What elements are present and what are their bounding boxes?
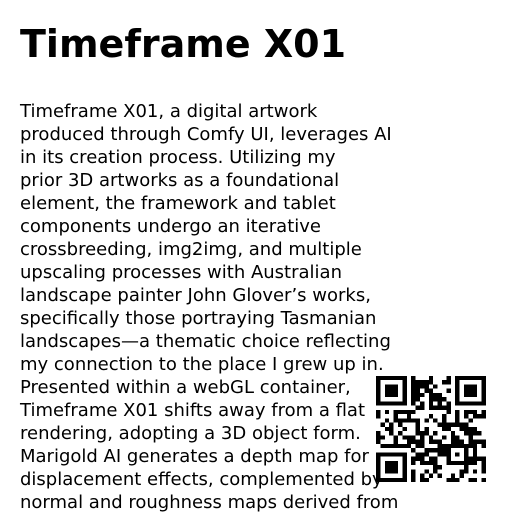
- qr-code-icon[interactable]: [376, 376, 486, 482]
- description-line: normal and roughness maps derived from: [20, 492, 399, 512]
- description-line: components undergo an iterative: [20, 216, 321, 237]
- page-title: Timeframe X01: [20, 22, 347, 66]
- description-line: landscape painter John Glover’s works,: [20, 285, 371, 306]
- description-line: specifically those portraying Tasmanian: [20, 308, 377, 329]
- description-line: Timeframe X01, a digital artwork: [20, 101, 318, 122]
- description-line: prior 3D artworks as a foundational: [20, 170, 340, 191]
- artwork-page: Timeframe X01 Timeframe X01, a digital a…: [0, 0, 512, 512]
- description-line: produced through Comfy UI, leverages AI: [20, 124, 392, 145]
- description-line: my connection to the place I grew up in.: [20, 354, 384, 375]
- description-line: in its creation process. Utilizing my: [20, 147, 336, 168]
- description-line: element, the framework and tablet: [20, 193, 336, 214]
- description-line: landscapes—a thematic choice reflecting: [20, 331, 391, 352]
- description-line: crossbreeding, img2img, and multiple: [20, 239, 362, 260]
- description-line: upscaling processes with Australian: [20, 262, 342, 283]
- qr-code-graphic: [376, 376, 486, 482]
